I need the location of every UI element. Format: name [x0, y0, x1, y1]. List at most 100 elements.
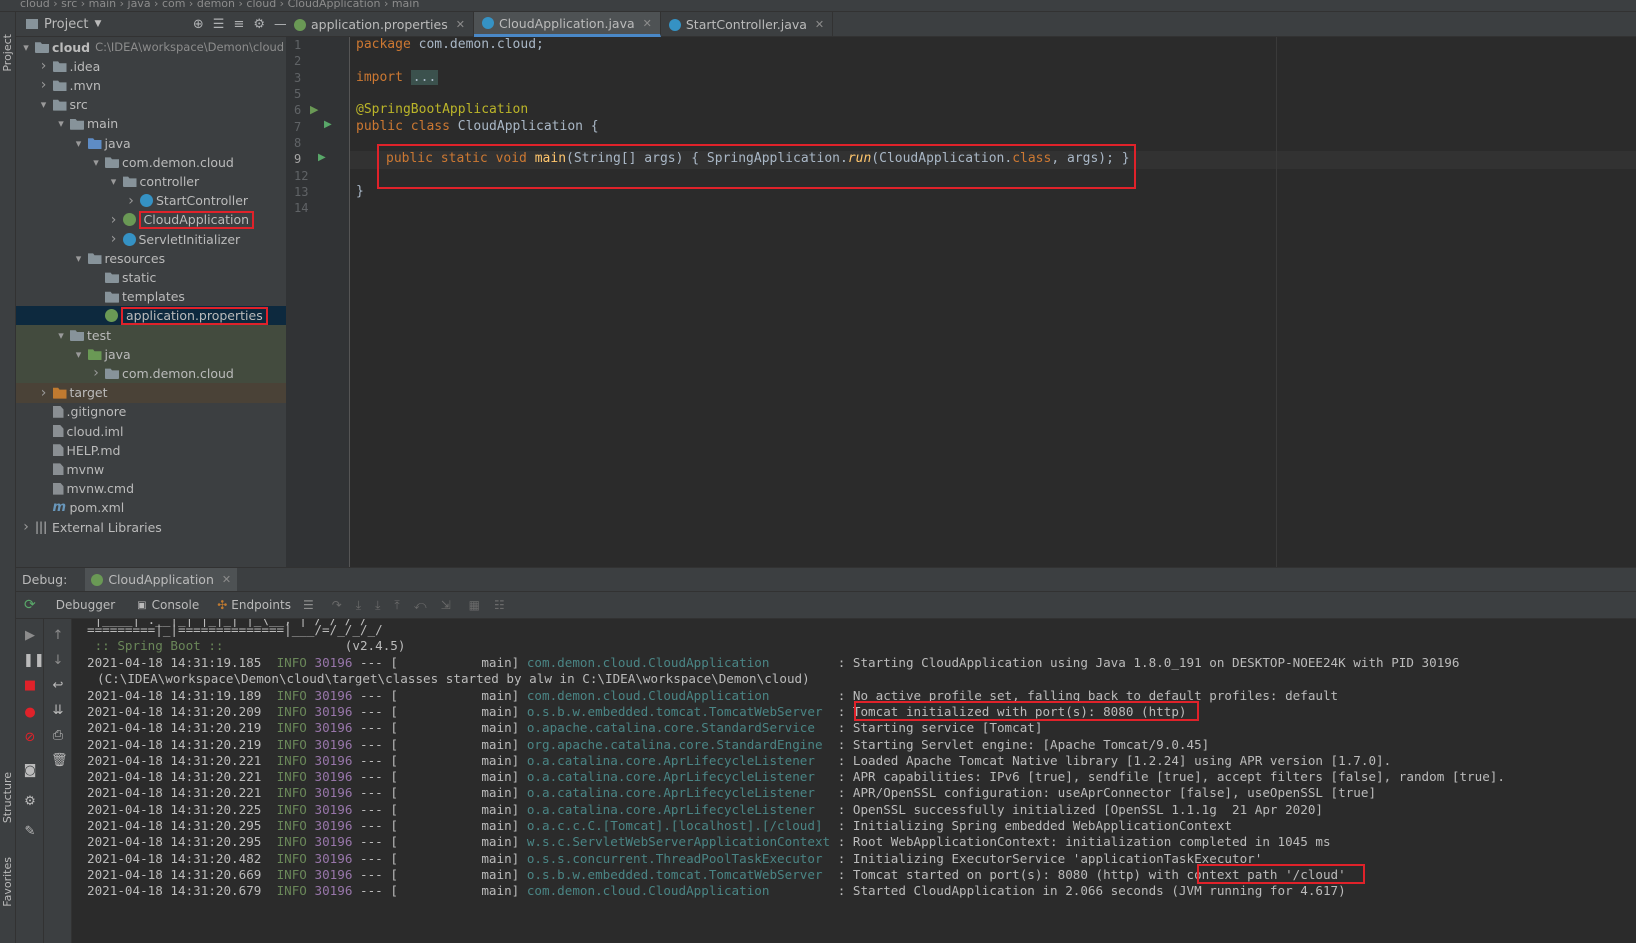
tree-item[interactable]: ▾ com.demon.cloud: [16, 152, 295, 172]
editor-tab[interactable]: application.properties ✕: [286, 12, 474, 37]
tree-item[interactable]: mvnw: [16, 459, 295, 479]
camera-icon[interactable]: ◙: [23, 764, 37, 778]
chevron-icon[interactable]: ▾: [73, 252, 85, 265]
close-icon[interactable]: ✕: [456, 18, 465, 31]
down-arrow-icon[interactable]: ↓: [51, 654, 65, 668]
tree-item[interactable]: › CloudApplication: [16, 210, 295, 230]
tree-item[interactable]: ▾ resources: [16, 248, 295, 268]
tree-item[interactable]: HELP.md: [16, 440, 295, 460]
menu-icon[interactable]: ☰: [303, 598, 314, 612]
run-gutter-icon[interactable]: ▶: [324, 119, 332, 130]
endpoints-tab[interactable]: Endpoints: [231, 598, 291, 612]
trash-icon[interactable]: 🗑: [51, 754, 68, 768]
tree-item-label: test: [87, 327, 112, 343]
scroll-to-end-icon[interactable]: ⇊: [51, 704, 65, 718]
tree-item[interactable]: › .mvn: [16, 75, 295, 95]
tree-item[interactable]: mvnw.cmd: [16, 479, 295, 499]
log-line: 2021-04-18 14:31:20.295 INFO 30196 --- […: [87, 834, 1331, 850]
log-message: Started CloudApplication in 2.066 second…: [852, 883, 1346, 899]
expand-all-icon[interactable]: ☰: [213, 17, 225, 32]
mute-breakpoints-icon[interactable]: ⊘: [23, 731, 37, 745]
folded-imports[interactable]: ...: [410, 70, 439, 85]
gear-icon[interactable]: ⚙: [253, 17, 265, 32]
tree-item[interactable]: cloud.iml: [16, 421, 295, 441]
tree-item[interactable]: › com.demon.cloud: [16, 363, 295, 384]
breadcrumb[interactable]: cloud › src › main › java › com › demon …: [20, 0, 419, 10]
code-editor[interactable]: package com.demon.cloud; import ... @Spr…: [350, 37, 1636, 567]
chevron-icon[interactable]: ▾: [108, 175, 120, 188]
stop-icon[interactable]: ■: [23, 679, 37, 693]
tree-item[interactable]: m pom.xml: [16, 498, 295, 518]
force-step-into-icon[interactable]: ⤓: [375, 598, 380, 613]
tree-item[interactable]: › StartController: [16, 191, 295, 211]
settings-icon[interactable]: ⚙: [23, 795, 37, 809]
close-icon[interactable]: ✕: [222, 573, 231, 586]
chevron-icon[interactable]: ›: [90, 365, 102, 381]
close-icon[interactable]: ✕: [643, 17, 652, 30]
tree-item[interactable]: › ||| External Libraries: [16, 517, 295, 537]
log-timestamp: 2021-04-18 14:31:20.209: [87, 703, 262, 719]
print-icon[interactable]: ⎙: [51, 729, 65, 743]
chevron-icon[interactable]: ›: [38, 77, 50, 93]
chevron-icon[interactable]: ▾: [90, 156, 102, 169]
debugger-tab[interactable]: Debugger: [56, 598, 115, 612]
console-output[interactable]: |____| .__|_| |_|_| |_\__, | / / / / ===…: [72, 619, 1636, 943]
tree-item[interactable]: ▾ test: [16, 325, 295, 345]
resume-icon[interactable]: ▶: [23, 629, 37, 643]
structure-tool-button[interactable]: Structure: [1, 772, 14, 823]
view-breakpoints-icon[interactable]: ●: [23, 706, 37, 720]
tree-item[interactable]: ▾ java: [16, 344, 295, 365]
run-gutter-icon[interactable]: ▶: [310, 103, 318, 116]
trace-icon[interactable]: ☷: [494, 598, 505, 612]
chevron-icon[interactable]: ▾: [55, 117, 67, 130]
run-to-cursor-icon[interactable]: ⇲: [441, 598, 451, 612]
tree-item[interactable]: templates: [16, 287, 295, 307]
tree-item[interactable]: › target: [16, 382, 295, 403]
close-icon[interactable]: ✕: [815, 18, 824, 31]
tree-item[interactable]: ▾ src: [16, 95, 295, 115]
tree-item[interactable]: application.properties: [16, 305, 295, 326]
editor-tab[interactable]: CloudApplication.java ✕: [473, 12, 661, 37]
editor-tab[interactable]: StartController.java ✕: [661, 12, 834, 37]
tree-item[interactable]: static: [16, 267, 295, 287]
run-gutter-icon[interactable]: ▶: [318, 152, 326, 163]
console-tab[interactable]: Console: [152, 598, 200, 612]
drop-frame-icon[interactable]: ⤺: [414, 598, 427, 613]
project-tool-button[interactable]: Project: [1, 34, 14, 72]
chevron-icon[interactable]: ›: [20, 519, 32, 535]
chevron-icon[interactable]: ▾: [20, 41, 32, 54]
favorites-tool-button[interactable]: Favorites: [1, 857, 14, 907]
chevron-down-icon[interactable]: ▼: [94, 19, 101, 29]
tree-item[interactable]: ▾ main: [16, 114, 295, 134]
chevron-icon[interactable]: ›: [38, 385, 50, 401]
step-out-icon[interactable]: ⤒: [394, 598, 399, 613]
rerun-icon[interactable]: ⟳: [24, 597, 36, 613]
collapse-all-icon[interactable]: ≡: [233, 17, 244, 32]
chevron-icon[interactable]: ›: [38, 58, 50, 74]
soft-wrap-icon[interactable]: ↩: [51, 679, 65, 693]
up-arrow-icon[interactable]: ↑: [51, 629, 65, 643]
tree-item-label: application.properties: [121, 306, 268, 325]
chevron-icon[interactable]: ▾: [38, 98, 50, 111]
locate-icon[interactable]: ⊕: [193, 17, 204, 32]
tree-item[interactable]: › .idea: [16, 56, 295, 76]
project-view-selector[interactable]: Project: [44, 17, 88, 32]
tree-item[interactable]: ▾ cloud C:\IDEA\workspace\Demon\cloud: [16, 37, 295, 57]
step-over-icon[interactable]: ↷: [332, 598, 342, 612]
chevron-icon[interactable]: ›: [108, 212, 120, 228]
evaluate-icon[interactable]: ▦: [469, 598, 480, 612]
pause-icon[interactable]: ❚❚: [23, 654, 45, 668]
tree-item[interactable]: › ServletInitializer: [16, 229, 295, 249]
log-timestamp: 2021-04-18 14:31:20.482: [87, 850, 262, 866]
tree-item[interactable]: ▾ controller: [16, 171, 295, 191]
chevron-icon[interactable]: ▾: [73, 348, 85, 361]
chevron-icon[interactable]: ▾: [73, 137, 85, 150]
chevron-icon[interactable]: ▾: [55, 329, 67, 342]
pin-icon[interactable]: ✎: [23, 825, 37, 839]
chevron-icon[interactable]: ›: [125, 193, 137, 209]
tree-item[interactable]: .gitignore: [16, 402, 295, 422]
chevron-icon[interactable]: ›: [108, 231, 120, 247]
debug-session-tab[interactable]: CloudApplication ✕: [85, 567, 238, 592]
tree-item[interactable]: ▾ java: [16, 133, 295, 153]
step-into-icon[interactable]: ⤓: [356, 598, 361, 613]
